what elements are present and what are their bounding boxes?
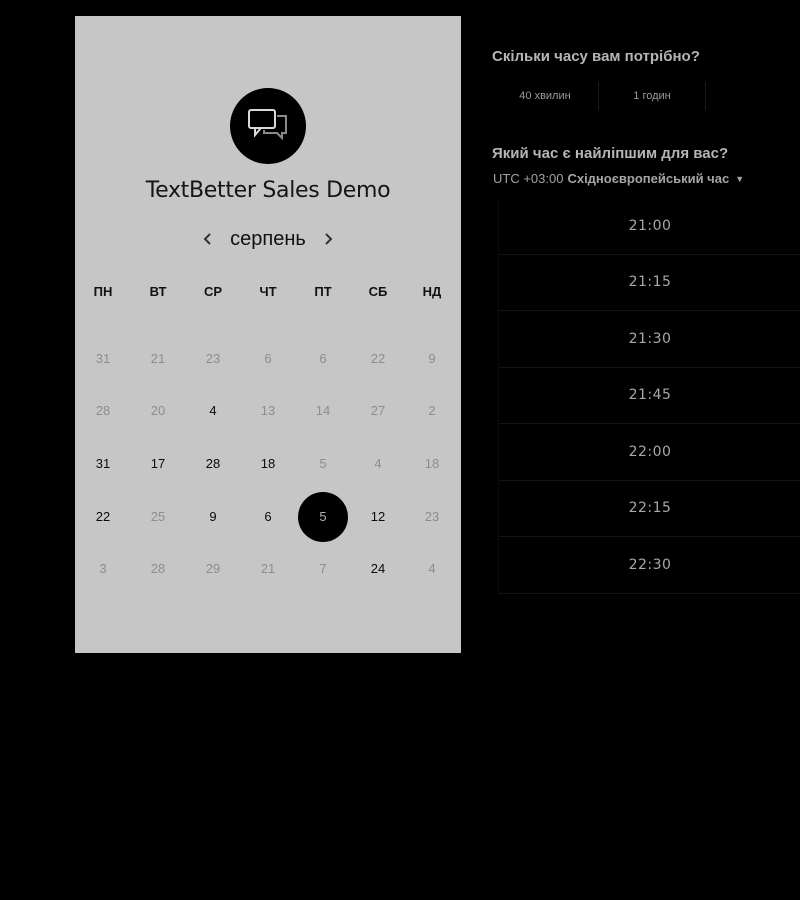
time-slot[interactable]: 21:00 (498, 198, 800, 255)
calendar-day[interactable]: 22 (83, 505, 123, 529)
calendar-day[interactable]: 31 (83, 452, 123, 476)
calendar-day: 9 (428, 351, 436, 366)
calendar-day: 23 (424, 509, 440, 524)
calendar-day: 7 (319, 561, 327, 576)
chevron-right-icon[interactable] (318, 229, 338, 249)
calendar-day[interactable]: 24 (358, 557, 398, 581)
calendar-day: 23 (205, 351, 221, 366)
weekday-label: ПТ (314, 284, 332, 299)
calendar-day: 5 (319, 456, 327, 471)
calendar-day[interactable]: 6 (248, 505, 288, 529)
calendar-day[interactable]: 9 (193, 505, 233, 529)
calendar-day: 21 (150, 351, 166, 366)
calendar-day: 21 (260, 561, 276, 576)
weekday-label: ВТ (149, 284, 167, 299)
timezone-name: Східноєвропейський час (567, 171, 730, 186)
calendar-day: 27 (370, 403, 386, 418)
duration-option-1h[interactable]: 1 годин (599, 82, 706, 110)
booking-page: TextBetter Sales Demo серпень ПН ВТ СР Ч… (0, 0, 800, 900)
time-slot[interactable]: 21:30 (498, 311, 800, 368)
chevron-left-icon[interactable] (198, 229, 218, 249)
chat-bubbles-icon (248, 109, 287, 141)
time-slot[interactable]: 21:45 (498, 367, 800, 424)
calendar-panel: TextBetter Sales Demo серпень ПН ВТ СР Ч… (75, 16, 461, 653)
calendar-day: 6 (264, 351, 272, 366)
calendar-day: 20 (150, 403, 166, 418)
weekday-label: СБ (368, 284, 388, 299)
booking-options: Скільки часу вам потрібно? 40 хвилин 1 г… (492, 0, 800, 900)
timezone-selector[interactable]: UTC +03:00 Східноєвропейський час ▼ (493, 171, 744, 186)
weekday-label: НД (422, 284, 442, 299)
calendar-day: 4 (428, 561, 436, 576)
duration-options: 40 хвилин 1 годин (492, 82, 706, 110)
logo (230, 88, 306, 164)
month-label: серпень (230, 227, 306, 250)
page-title: TextBetter Sales Demo (145, 178, 391, 203)
weekday-label: ЧТ (259, 284, 277, 299)
calendar-day: 18 (424, 456, 440, 471)
calendar-day: 31 (95, 351, 111, 366)
calendar-day: 29 (205, 561, 221, 576)
calendar-day[interactable]: 28 (193, 452, 233, 476)
calendar-day: 4 (374, 456, 382, 471)
calendar-day[interactable]: 18 (248, 452, 288, 476)
time-slot[interactable]: 22:30 (498, 537, 800, 594)
calendar-day: 28 (150, 561, 166, 576)
time-slot[interactable]: 22:00 (498, 424, 800, 481)
weekday-header: ПН ВТ СР ЧТ ПТ СБ НД (75, 284, 461, 304)
time-question: Який час є найліпшим для вас? (492, 145, 729, 162)
calendar-day-selected[interactable]: 5 (298, 492, 348, 542)
calendar-day: 2 (428, 403, 436, 418)
month-navigation: серпень (75, 226, 461, 252)
weekday-label: ПН (93, 284, 113, 299)
timezone-offset: UTC +03:00 (493, 171, 564, 186)
calendar-day: 3 (99, 561, 107, 576)
time-slot[interactable]: 21:15 (498, 254, 800, 311)
calendar-day: 22 (370, 351, 386, 366)
calendar-day[interactable]: 17 (138, 452, 178, 476)
calendar-day[interactable]: 4 (193, 399, 233, 423)
calendar-day: 25 (150, 509, 166, 524)
duration-option-40min[interactable]: 40 хвилин (492, 82, 599, 110)
calendar-day[interactable]: 12 (358, 505, 398, 529)
caret-down-icon: ▼ (735, 173, 745, 184)
calendar-day: 14 (315, 403, 331, 418)
weekday-label: СР (203, 284, 223, 299)
calendar-day: 28 (95, 403, 111, 418)
calendar-day: 6 (319, 351, 327, 366)
calendar-day: 13 (260, 403, 276, 418)
time-slot[interactable]: 22:15 (498, 480, 800, 537)
duration-question: Скільки часу вам потрібно? (492, 48, 700, 65)
